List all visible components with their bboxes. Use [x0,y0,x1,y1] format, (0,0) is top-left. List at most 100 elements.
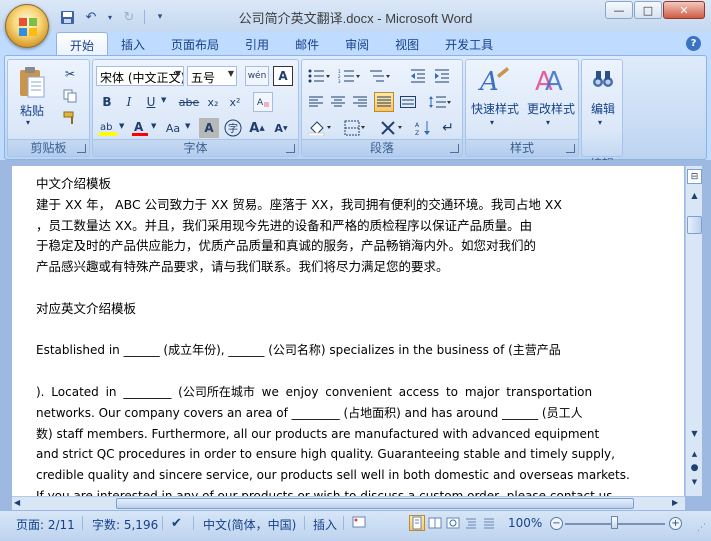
italic-button[interactable]: I [119,92,139,112]
scroll-up-icon[interactable]: ▲ [687,188,702,203]
bold-button[interactable]: B [97,92,117,112]
char-border-icon[interactable]: A [273,66,293,86]
align-left-icon[interactable] [306,92,326,112]
tab-references[interactable]: 引用 [232,32,282,56]
tab-page-layout[interactable]: 页面布局 [158,32,232,56]
web-layout-view-icon[interactable] [445,515,461,531]
office-button[interactable] [5,4,49,48]
paste-dropdown-icon[interactable]: ▾ [26,118,30,127]
align-center-icon[interactable] [328,92,348,112]
scroll-left-icon[interactable]: ◀ [14,498,20,507]
vertical-scroll-thumb[interactable] [687,216,702,234]
scroll-down-icon[interactable]: ▼ [687,426,702,441]
vertical-scrollbar[interactable]: ⊟ ▲ ▼ ▲ ● ▼ [685,166,702,496]
font-size-combo[interactable]: 五号 ▼ [187,66,237,86]
draft-view-icon[interactable] [481,515,497,531]
print-layout-view-icon[interactable] [409,515,425,531]
increase-indent-icon[interactable] [432,66,452,86]
underline-button[interactable]: U [141,92,161,112]
tab-insert[interactable]: 插入 [108,32,158,56]
help-icon[interactable]: ? [686,36,701,51]
horizontal-scroll-thumb[interactable] [116,498,634,509]
chinese-layout-icon[interactable] [378,118,408,138]
resize-grip-icon[interactable]: ⋰ [697,523,706,533]
zoom-level[interactable]: 100% [508,516,542,530]
font-name-combo[interactable]: 宋体 (中文正文) ▼ [96,66,184,86]
horizontal-scrollbar[interactable]: ◀ ▶ [12,496,685,510]
find-binoculars-icon[interactable] [590,66,616,92]
insert-mode[interactable]: 插入 [313,516,337,533]
superscript-button[interactable]: x² [225,92,245,112]
borders-icon[interactable] [342,118,370,138]
decrease-indent-icon[interactable] [408,66,428,86]
paste-button[interactable]: 粘贴 [16,102,48,119]
outline-view-icon[interactable] [463,515,479,531]
editing-dropdown-icon[interactable]: ▾ [598,118,602,127]
change-styles-button[interactable]: 更改样式 [524,100,578,117]
macro-record-icon[interactable] [352,515,366,532]
proofing-icon[interactable]: ✔ [171,516,182,531]
full-screen-reading-view-icon[interactable] [427,515,443,531]
justify-icon[interactable] [374,92,394,112]
zoom-out-icon[interactable]: − [550,517,563,530]
quick-styles-button[interactable]: 快速样式 [468,100,522,117]
paragraph-launcher-icon[interactable] [450,144,459,153]
strikethrough-button[interactable]: abe [177,92,201,112]
close-button[interactable]: ✕ [663,1,705,19]
line-spacing-icon[interactable] [426,92,454,112]
styles-launcher-icon[interactable] [566,144,575,153]
format-painter-icon[interactable] [60,108,80,128]
numbering-icon[interactable]: 123 [336,66,362,86]
document-body[interactable]: 中文介绍模板 建于 XX 年， ABC 公司致力于 XX 贸易。座落于 XX，我… [36,174,630,496]
tab-review[interactable]: 审阅 [332,32,382,56]
quick-styles-icon[interactable]: A [474,64,514,96]
clear-formatting-icon[interactable]: A [253,92,273,112]
document-page[interactable]: 中文介绍模板 建于 XX 年， ABC 公司致力于 XX 贸易。座落于 XX，我… [12,166,684,496]
scroll-right-icon[interactable]: ▶ [672,498,678,507]
tab-home[interactable]: 开始 [56,32,109,56]
tab-mailings[interactable]: 邮件 [282,32,332,56]
tab-developer[interactable]: 开发工具 [432,32,506,56]
highlight-dropdown-icon[interactable]: ▼ [119,122,124,130]
word-count[interactable]: 字数: 5,196 [92,516,158,533]
editing-button[interactable]: 编辑 [584,100,622,117]
minimize-button[interactable]: — [605,1,633,19]
highlight-color-icon[interactable]: ab [97,118,119,138]
maximize-button[interactable]: □ [634,1,662,19]
shrink-font-icon[interactable]: A ▼ [271,118,291,138]
language-indicator[interactable]: 中文(简体，中国) [203,516,296,533]
grow-font-icon[interactable]: A ▲ [247,118,267,138]
font-color-icon[interactable]: A [129,118,151,138]
zoom-in-icon[interactable]: + [669,517,682,530]
copy-icon[interactable] [60,86,80,106]
char-shading-icon[interactable]: A [199,118,219,138]
font-launcher-icon[interactable] [286,144,295,153]
sort-icon[interactable]: AZ [414,118,434,138]
change-styles-dropdown-icon[interactable]: ▾ [546,118,550,127]
underline-dropdown-icon[interactable]: ▼ [161,96,166,104]
align-right-icon[interactable] [350,92,370,112]
bullets-icon[interactable] [306,66,332,86]
previous-page-icon[interactable]: ▲ [687,446,702,461]
page-count[interactable]: 页面: 2/11 [16,516,75,533]
clipboard-launcher-icon[interactable] [77,144,86,153]
cut-icon[interactable]: ✂ [60,64,80,84]
zoom-slider-thumb[interactable] [611,516,618,529]
multilevel-list-icon[interactable] [366,66,392,86]
shading-icon[interactable] [306,118,336,138]
show-marks-icon[interactable]: ↵ [438,118,458,138]
distributed-icon[interactable] [398,92,418,112]
ruler-toggle-icon[interactable]: ⊟ [687,169,702,184]
enclose-char-icon[interactable]: 字 [223,118,243,138]
quick-styles-dropdown-icon[interactable]: ▾ [490,118,494,127]
change-case-dropdown-icon[interactable]: ▼ [185,122,190,130]
change-case-button[interactable]: Aa [161,118,185,138]
change-styles-icon[interactable]: AA [530,64,570,96]
browse-object-icon[interactable]: ● [687,460,702,475]
subscript-button[interactable]: x₂ [203,92,223,112]
tab-view[interactable]: 视图 [382,32,432,56]
phonetic-guide-icon[interactable]: wén [245,66,269,86]
font-color-dropdown-icon[interactable]: ▼ [151,122,156,130]
next-page-icon[interactable]: ▼ [687,474,702,489]
paste-icon[interactable] [16,64,48,100]
